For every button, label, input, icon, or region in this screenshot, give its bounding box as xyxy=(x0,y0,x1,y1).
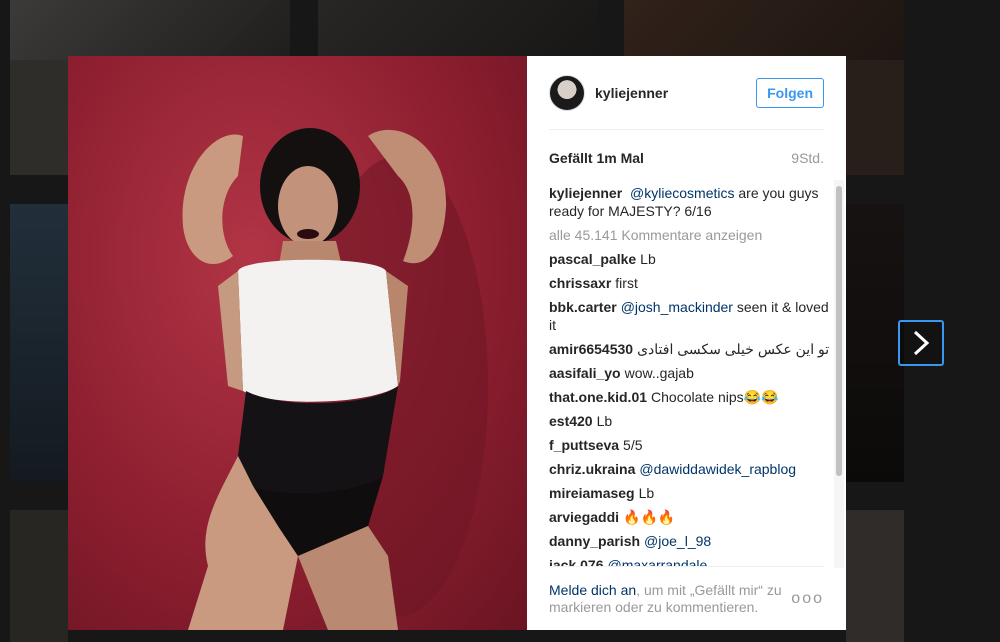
comment-username[interactable]: jack.076 xyxy=(549,557,604,566)
comment-text: wow..gajab xyxy=(624,365,694,381)
likes-count[interactable]: Gefällt 1m Mal xyxy=(549,150,644,166)
comment-username[interactable]: arviegaddi xyxy=(549,509,619,525)
comment-item: bbk.carter @josh_mackinder seen it & love… xyxy=(549,298,835,334)
login-link[interactable]: Melde dich an xyxy=(549,582,636,598)
caption-mention[interactable]: @kyliecosmetics xyxy=(630,185,734,201)
comment-item: f_puttseva 5/5 xyxy=(549,436,835,454)
comment-text: 🔥🔥🔥 xyxy=(623,509,676,525)
likes-row: Gefällt 1m Mal 9Std. xyxy=(549,130,824,186)
comment-username[interactable]: amir6654530 xyxy=(549,341,633,357)
comment-username[interactable]: chrissaxr xyxy=(549,275,611,291)
comment-text: 5/5 xyxy=(623,437,643,453)
comment-text: Lb xyxy=(640,251,656,267)
comment-item: that.one.kid.01 Chocolate nips😂😂 xyxy=(549,388,835,406)
comment-text: Chocolate nips😂😂 xyxy=(651,389,779,405)
comment-item: amir6654530 تو این عکس خیلی سکسی افتادی xyxy=(549,340,835,358)
comment-mention[interactable]: @maxarrandale xyxy=(608,557,708,566)
post-sidebar: kyliejenner Folgen Gefällt 1m Mal 9Std. … xyxy=(527,56,846,630)
comment-item: chriz.ukraina @dawiddawidek_rapblog xyxy=(549,460,835,478)
comment-item: arviegaddi 🔥🔥🔥 xyxy=(549,508,835,526)
comment-item: chrissaxr first xyxy=(549,274,835,292)
post-timestamp[interactable]: 9Std. xyxy=(791,150,824,166)
comment-text: first xyxy=(615,275,638,291)
comment-text: Lb xyxy=(596,413,613,429)
caption: kyliejenner @kyliecosmetics are you guys… xyxy=(549,184,835,220)
comment-item: pascal_palke Lb xyxy=(549,250,835,268)
comment-username[interactable]: aasifali_yo xyxy=(549,365,621,381)
caption-username[interactable]: kyliejenner xyxy=(549,185,622,201)
follow-button[interactable]: Folgen xyxy=(756,77,824,108)
show-all-comments-link[interactable]: alle 45.141 Kommentare anzeigen xyxy=(549,226,835,244)
avatar[interactable] xyxy=(549,74,585,111)
comment-username[interactable]: est420 xyxy=(549,413,593,429)
comment-username[interactable]: f_puttseva xyxy=(549,437,619,453)
comments-scrollbar[interactable] xyxy=(836,186,842,476)
post-author-username[interactable]: kyliejenner xyxy=(595,85,756,101)
comment-item: jack.076 @maxarrandale xyxy=(549,556,835,566)
more-options-icon[interactable]: ooo xyxy=(791,590,824,608)
comment-username[interactable]: mireiamaseg xyxy=(549,485,635,501)
comment-username[interactable]: danny_parish xyxy=(549,533,640,549)
chevron-right-icon xyxy=(913,330,930,356)
comment-text: تو این عکس خیلی سکسی افتادی xyxy=(637,341,830,357)
comment-username[interactable]: pascal_palke xyxy=(549,251,636,267)
post-photo-illustration xyxy=(182,128,488,630)
next-post-button[interactable] xyxy=(898,320,944,366)
comment-mention[interactable]: @josh_mackinder xyxy=(621,299,733,315)
login-prompt: Melde dich an, um mit „Gefällt mir“ zu m… xyxy=(549,582,783,616)
post-modal: kyliejenner Folgen Gefällt 1m Mal 9Std. … xyxy=(68,56,846,630)
post-footer: Melde dich an, um mit „Gefällt mir“ zu m… xyxy=(549,566,824,630)
comment-text: Lb xyxy=(638,485,655,501)
comment-username[interactable]: chriz.ukraina xyxy=(549,461,635,477)
comment-username[interactable]: bbk.carter xyxy=(549,299,617,315)
comment-mention[interactable]: @joe_l_98 xyxy=(644,533,711,549)
comments-list: kyliejenner @kyliecosmetics are you guys… xyxy=(549,184,835,566)
comment-item: aasifali_yo wow..gajab xyxy=(549,364,835,382)
comment-item: est420 Lb xyxy=(549,412,835,430)
comment-username[interactable]: that.one.kid.01 xyxy=(549,389,647,405)
comment-item: danny_parish @joe_l_98 xyxy=(549,532,835,550)
comment-mention[interactable]: @dawiddawidek_rapblog xyxy=(639,461,796,477)
post-photo[interactable] xyxy=(68,56,527,630)
comment-item: mireiamaseg Lb xyxy=(549,484,835,502)
post-header: kyliejenner Folgen xyxy=(549,56,824,130)
